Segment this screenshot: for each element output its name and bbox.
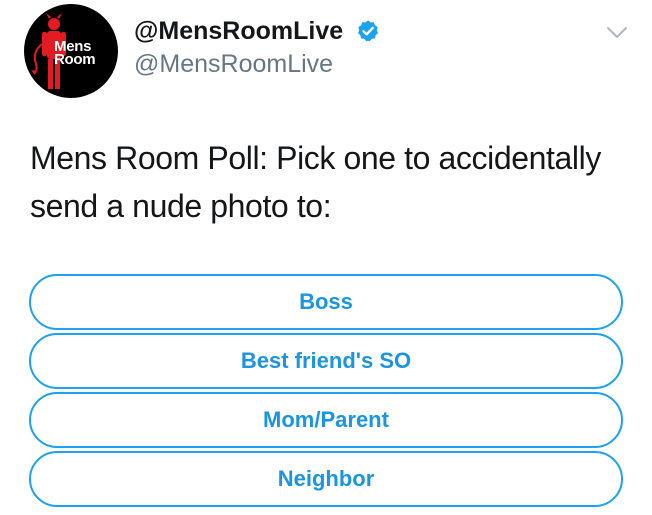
avatar[interactable]: Mens Room (24, 4, 118, 98)
verified-badge-icon (358, 20, 378, 42)
poll-option-mom-parent[interactable]: Mom/Parent (29, 392, 623, 448)
poll-option-best-friends-so[interactable]: Best friend's SO (29, 333, 623, 389)
avatar-logo-line-2: Room (54, 51, 96, 68)
poll-option-boss[interactable]: Boss (29, 274, 623, 330)
tweet: Mens Room @MensRoomLive @MensRoomLive Me… (0, 0, 652, 515)
display-name[interactable]: @MensRoomLive (134, 16, 343, 46)
poll-option-neighbor[interactable]: Neighbor (29, 451, 623, 507)
tweet-text: Mens Room Poll: Pick one to accidentally… (30, 140, 601, 224)
user-handle[interactable]: @MensRoomLive (134, 49, 333, 79)
chevron-down-icon[interactable] (606, 26, 628, 40)
poll: Boss Best friend's SO Mom/Parent Neighbo… (29, 274, 623, 510)
